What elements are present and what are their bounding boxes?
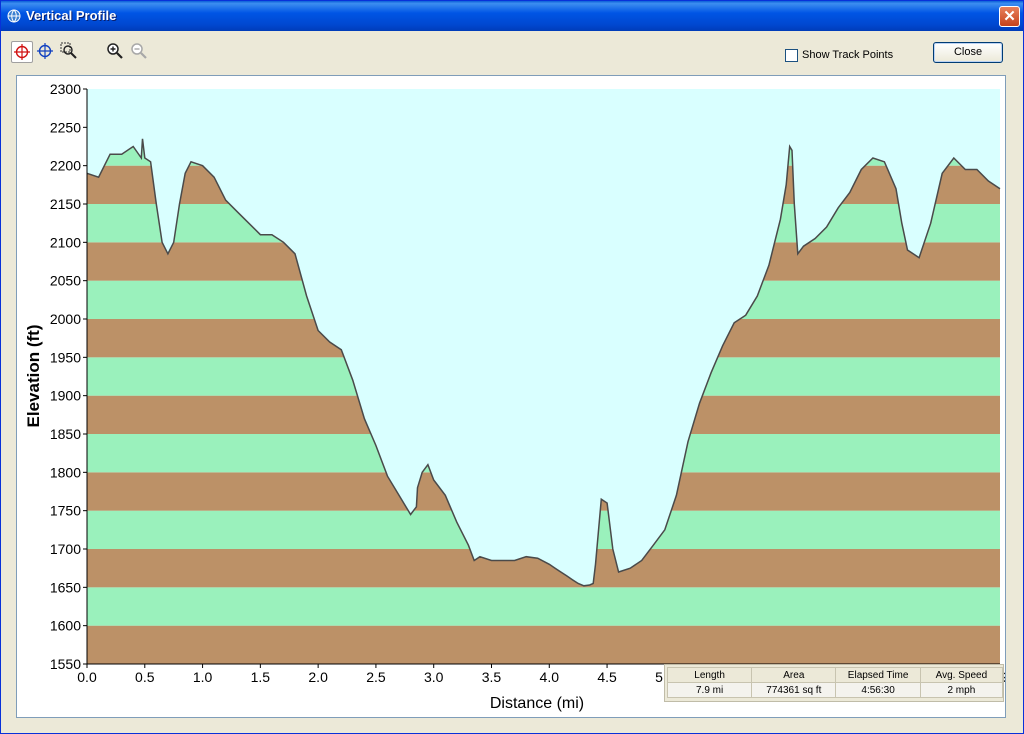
y-tick-label: 1900 <box>50 388 81 404</box>
y-tick-label: 2050 <box>50 273 81 289</box>
toolbar: Show Track Points Close <box>7 37 1019 71</box>
globe-icon <box>7 9 21 23</box>
elevation-band <box>87 625 1000 664</box>
y-ticks: 1550 1600 1650 1700 1750 1800 1850 1900 1950 2000… <box>50 81 87 672</box>
track-stats-panel: Length Area Elapsed Time Avg. Speed 7.9 … <box>664 664 1004 702</box>
y-tick-label: 1850 <box>50 426 81 442</box>
stat-header-elapsed-time: Elapsed Time <box>835 667 921 683</box>
show-track-points-label: Show Track Points <box>802 49 894 61</box>
x-tick-label: 1.0 <box>193 669 213 685</box>
x-tick-label: 2.0 <box>308 669 328 685</box>
close-button[interactable]: Close <box>933 42 1003 63</box>
x-tick-label: 0.5 <box>135 669 155 685</box>
x-tick-label: 3.5 <box>482 669 502 685</box>
y-tick-label: 1750 <box>50 503 81 519</box>
stat-header-avg-speed: Avg. Speed <box>919 667 1004 683</box>
y-tick-label: 1650 <box>50 579 81 595</box>
elevation-band <box>87 587 1000 626</box>
x-axis-label: Distance (mi) <box>490 695 584 712</box>
y-tick-label: 2150 <box>50 196 81 212</box>
stat-value-elapsed-time: 4:56:30 <box>835 682 921 698</box>
x-tick-label: 2.5 <box>366 669 386 685</box>
vertical-profile-window: Vertical Profile ✕ Show Track Points Clo… <box>0 0 1024 734</box>
title-bar[interactable]: Vertical Profile ✕ <box>1 1 1023 31</box>
x-tick-label: 4.5 <box>597 669 617 685</box>
window-title: Vertical Profile <box>26 8 117 23</box>
stat-header-length: Length <box>666 667 753 683</box>
x-tick-label: 1.5 <box>251 669 271 685</box>
y-tick-label: 1550 <box>50 656 81 672</box>
stat-header-area: Area <box>751 667 837 683</box>
x-tick-label: 3.0 <box>424 669 444 685</box>
y-tick-label: 1800 <box>50 464 81 480</box>
y-tick-label: 2250 <box>50 119 81 135</box>
zoom-out-icon[interactable] <box>129 41 151 63</box>
x-tick-label: 4.0 <box>540 669 560 685</box>
show-track-points-toggle[interactable]: Show Track Points <box>785 47 893 63</box>
y-tick-label: 1600 <box>50 618 81 634</box>
stat-value-area: 774361 sq ft <box>751 682 837 698</box>
stat-value-avg-speed: 2 mph <box>919 682 1004 698</box>
show-track-points-checkbox[interactable] <box>785 48 798 62</box>
y-tick-label: 2000 <box>50 311 81 327</box>
y-tick-label: 1700 <box>50 541 81 557</box>
zoom-in-icon[interactable] <box>105 41 127 63</box>
zoom-region-icon[interactable] <box>59 41 81 63</box>
y-tick-label: 2300 <box>50 81 81 97</box>
y-tick-label: 2100 <box>50 234 81 250</box>
pan-crosshair-icon[interactable] <box>11 41 33 63</box>
select-crosshair-icon[interactable] <box>35 41 57 63</box>
elevation-chart[interactable]: 0.00.51.01.52.02.53.03.54.04.55.05.56.06… <box>17 76 1010 717</box>
y-axis-label: Elevation (ft) <box>24 325 43 428</box>
chart-panel: 0.00.51.01.52.02.53.03.54.04.55.05.56.06… <box>16 75 1010 718</box>
stat-value-length: 7.9 mi <box>666 682 753 698</box>
y-tick-label: 1950 <box>50 349 81 365</box>
y-tick-label: 2200 <box>50 158 81 174</box>
window-close-button[interactable]: ✕ <box>999 6 1020 27</box>
